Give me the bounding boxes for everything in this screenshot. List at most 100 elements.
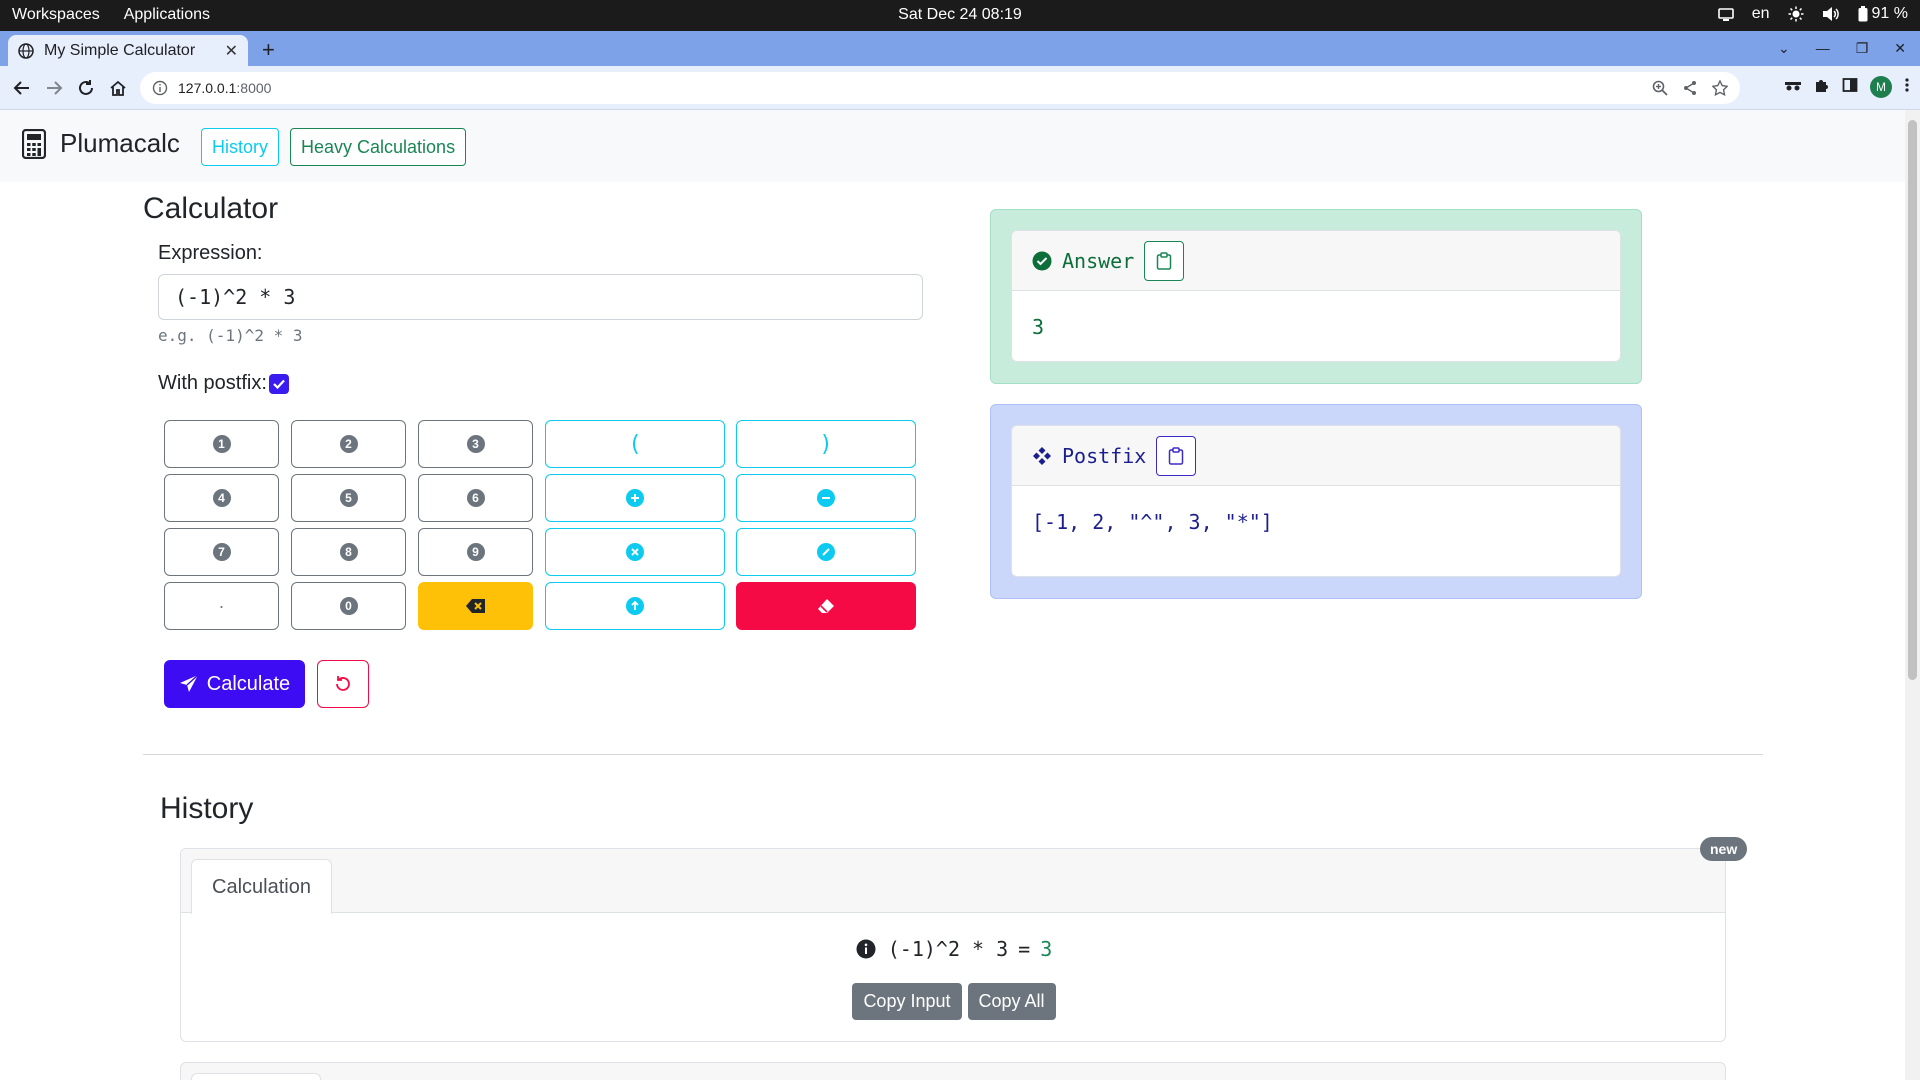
postfix-checkbox[interactable] (268, 373, 289, 394)
section-divider (143, 754, 1763, 755)
window-controls: ⌄ — ❐ ✕ (1778, 40, 1906, 57)
system-clock[interactable]: Sat Dec 24 08:19 (0, 6, 1920, 24)
postfix-title: Postfix (1062, 443, 1147, 468)
digit-3-icon: 3 (466, 435, 485, 453)
app-navbar: Plumacalc History Heavy Calculations (0, 110, 1905, 182)
copy-all-button[interactable]: Copy All (967, 983, 1056, 1020)
new-badge: new (1700, 837, 1748, 861)
scrollbar-thumb[interactable] (1908, 120, 1917, 680)
key-1[interactable]: 1 (164, 420, 279, 468)
copy-input-button[interactable]: Copy Input (852, 983, 962, 1020)
globe-icon (18, 42, 34, 59)
minimize-icon[interactable]: — (1816, 40, 1830, 57)
key-0[interactable]: 0 (291, 582, 406, 630)
reload-button[interactable] (74, 76, 98, 100)
key-plus[interactable] (545, 474, 725, 522)
key-3[interactable]: 3 (418, 420, 533, 468)
home-button[interactable] (106, 76, 130, 100)
url-port: :8000 (236, 80, 272, 96)
new-tab-button[interactable]: + (262, 37, 275, 63)
key-close-paren[interactable]: ) (736, 420, 916, 468)
browser-menu-icon[interactable] (1904, 77, 1910, 98)
applications-menu[interactable]: Applications (124, 6, 210, 24)
page-scrollbar[interactable] (1905, 110, 1920, 1080)
reset-button[interactable] (317, 660, 369, 708)
language-indicator[interactable]: en (1752, 5, 1770, 23)
screen-share-icon[interactable] (1717, 6, 1734, 22)
back-button[interactable] (10, 76, 34, 100)
expression-label: Expression: (158, 242, 263, 264)
key-power[interactable] (545, 582, 725, 630)
answer-card: Answer 3 (1011, 230, 1621, 362)
address-bar[interactable]: 127.0.0.1:8000 (140, 72, 1740, 104)
history-equals: = (1018, 937, 1031, 961)
window-close-icon[interactable]: ✕ (1894, 40, 1906, 57)
key-multiply[interactable] (545, 528, 725, 576)
backspace-icon (465, 599, 485, 613)
side-panel-icon[interactable] (1842, 77, 1858, 98)
battery-percent: 91 % (1871, 5, 1908, 22)
key-clear[interactable] (736, 582, 916, 630)
answer-header: Answer (1012, 231, 1620, 291)
copy-answer-button[interactable] (1144, 240, 1185, 281)
key-7[interactable]: 7 (164, 528, 279, 576)
reload-icon (79, 80, 93, 95)
key-4[interactable]: 4 (164, 474, 279, 522)
tab-search-icon[interactable]: ⌄ (1778, 40, 1790, 57)
extensions-puzzle-icon[interactable] (1814, 77, 1830, 98)
key-8[interactable]: 8 (291, 528, 406, 576)
profile-avatar[interactable]: M (1870, 76, 1892, 98)
info-circle-icon (856, 939, 876, 959)
browser-tab[interactable]: My Simple Calculator ✕ (8, 35, 248, 66)
workspaces-menu[interactable]: Workspaces (12, 6, 100, 24)
zoom-icon[interactable] (1652, 80, 1668, 99)
open-paren-label: ( (628, 431, 642, 457)
nav-heavy-calculations-link[interactable]: Heavy Calculations (290, 128, 467, 166)
bookmark-star-icon[interactable] (1711, 79, 1729, 99)
share-icon[interactable] (1682, 80, 1698, 99)
home-icon (110, 80, 126, 96)
digit-9-icon: 9 (466, 543, 485, 561)
dot-label: · (218, 595, 225, 616)
calculator-icon (22, 128, 46, 159)
postfix-value: [-1, 2, "^", 3, "*"] (1032, 510, 1273, 534)
postfix-card: Postfix [-1, 2, "^", 3, "*"] (1011, 425, 1621, 577)
key-minus[interactable] (736, 474, 916, 522)
page-viewport: Plumacalc History Heavy Calculations Cal… (0, 110, 1905, 1080)
arrow-right-icon (47, 81, 63, 95)
calculator-title: Calculator (143, 192, 279, 225)
copy-postfix-button[interactable] (1156, 435, 1197, 476)
answer-panel: Answer 3 (990, 209, 1642, 384)
expression-input[interactable] (158, 274, 923, 320)
brand[interactable]: Plumacalc (22, 128, 180, 159)
key-9[interactable]: 9 (418, 528, 533, 576)
key-5[interactable]: 5 (291, 474, 406, 522)
tab-calculation[interactable]: Calculation (191, 859, 332, 914)
browser-toolbar: 127.0.0.1:8000 M (0, 66, 1920, 110)
plus-icon (626, 489, 644, 507)
key-open-paren[interactable]: ( (545, 420, 725, 468)
calculate-button[interactable]: Calculate (164, 660, 305, 708)
key-divide[interactable] (736, 528, 916, 576)
digit-6-icon: 6 (466, 489, 485, 507)
digit-4-icon: 4 (212, 489, 231, 507)
battery-indicator[interactable]: 91 % (1858, 5, 1908, 23)
brightness-icon[interactable] (1788, 6, 1804, 22)
tab-calculation[interactable] (191, 1073, 321, 1080)
url-text: 127.0.0.1:8000 (178, 80, 1728, 96)
history-entry-header: Calculation (181, 849, 1725, 914)
key-2[interactable]: 2 (291, 420, 406, 468)
brand-name: Plumacalc (60, 128, 180, 158)
maximize-icon[interactable]: ❐ (1856, 40, 1869, 57)
volume-icon[interactable] (1822, 6, 1840, 22)
key-6[interactable]: 6 (418, 474, 533, 522)
url-host: 127.0.0.1 (178, 80, 237, 96)
key-backspace[interactable] (418, 582, 533, 630)
key-dot[interactable]: · (164, 582, 279, 630)
site-info-icon[interactable] (152, 80, 168, 96)
close-paren-label: ) (819, 431, 833, 457)
tab-close-icon[interactable]: ✕ (225, 41, 238, 61)
nav-history-link[interactable]: History (201, 128, 280, 166)
incognito-icon[interactable] (1784, 78, 1802, 97)
forward-button[interactable] (42, 76, 66, 100)
